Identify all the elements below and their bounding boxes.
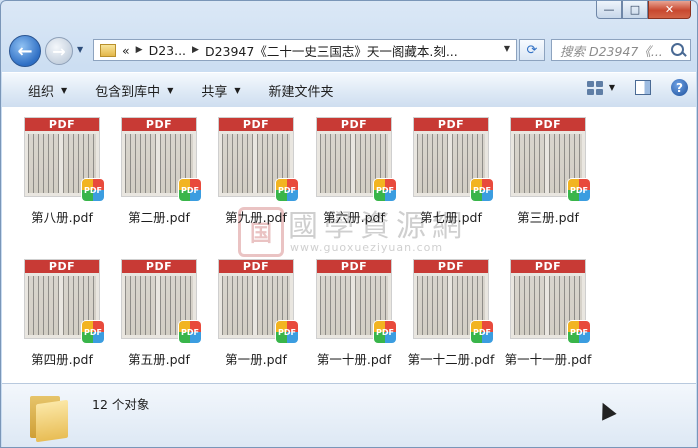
pdf-thumbnail-label: PDF xyxy=(511,118,585,131)
pdf-thumbnail-label: PDF xyxy=(414,118,488,131)
chevron-right-icon[interactable]: ▶ xyxy=(136,45,143,55)
file-name: 第一十一册.pdf xyxy=(504,352,592,367)
file-item[interactable]: PDF PDF 第一十册.pdf xyxy=(296,251,396,371)
back-button[interactable]: ← xyxy=(9,35,41,67)
pdf-thumbnail-label: PDF xyxy=(317,260,391,273)
address-dropdown-icon[interactable]: ▼ xyxy=(504,44,510,53)
view-controls: ▼ ? xyxy=(586,79,688,96)
file-item[interactable]: PDF PDF 第九册.pdf xyxy=(198,109,298,229)
folder-icon xyxy=(30,392,74,443)
refresh-button[interactable]: ⟳ xyxy=(519,39,545,61)
file-item[interactable]: PDF PDF 第一册.pdf xyxy=(198,251,298,371)
pdf-thumbnail-label: PDF xyxy=(511,260,585,273)
pdf-app-icon: PDF xyxy=(276,179,298,201)
pdf-thumbnail-label: PDF xyxy=(25,118,99,131)
folder-icon xyxy=(100,43,116,57)
pdf-app-icon: PDF xyxy=(276,321,298,343)
breadcrumb-item[interactable]: D23... xyxy=(149,43,186,58)
details-pane: 12 个对象 xyxy=(2,383,696,447)
explorer-window: — □ ✕ ← → ▼ « ▶ D23... ▶ D23947《二十一史三国志》… xyxy=(0,0,698,448)
chevron-down-icon: ▼ xyxy=(61,85,68,95)
file-name: 第三册.pdf xyxy=(517,210,579,225)
search-icon[interactable] xyxy=(671,43,684,56)
include-in-library-label: 包含到库中 xyxy=(95,84,161,100)
pdf-thumbnail-label: PDF xyxy=(219,118,293,131)
pdf-thumbnail-label: PDF xyxy=(25,260,99,273)
recent-pages-dropdown-icon[interactable]: ▼ xyxy=(77,45,83,54)
include-in-library-menu[interactable]: 包含到库中 ▼ xyxy=(81,81,187,100)
mouse-cursor-icon xyxy=(595,399,617,421)
pdf-thumbnail-label: PDF xyxy=(122,118,196,131)
pdf-thumbnail-label: PDF xyxy=(317,118,391,131)
pdf-app-icon: PDF xyxy=(568,321,590,343)
share-menu[interactable]: 共享 ▼ xyxy=(187,81,254,100)
command-bar: 组织 ▼ 包含到库中 ▼ 共享 ▼ 新建文件夹 ▼ ? xyxy=(2,72,696,108)
pdf-app-icon: PDF xyxy=(568,179,590,201)
caption-buttons: — □ ✕ xyxy=(596,1,691,19)
new-folder-label: 新建文件夹 xyxy=(268,84,334,100)
new-folder-button[interactable]: 新建文件夹 xyxy=(255,81,348,100)
pdf-thumbnail-label: PDF xyxy=(122,260,196,273)
file-item[interactable]: PDF PDF 第一十一册.pdf xyxy=(490,251,591,371)
organize-label: 组织 xyxy=(28,84,55,100)
chevron-right-icon[interactable]: ▶ xyxy=(192,45,199,55)
breadcrumb-overflow[interactable]: « xyxy=(122,43,130,58)
view-options-dropdown-icon[interactable]: ▼ xyxy=(609,83,615,92)
file-item[interactable]: PDF PDF 第六册.pdf xyxy=(296,109,396,229)
search-placeholder: 搜索 D23947《... xyxy=(560,43,663,59)
file-item[interactable]: PDF PDF 第三册.pdf xyxy=(490,109,590,229)
chevron-down-icon: ▼ xyxy=(167,85,174,95)
forward-button[interactable]: → xyxy=(45,37,73,65)
change-view-icon[interactable] xyxy=(586,80,603,95)
address-bar[interactable]: « ▶ D23... ▶ D23947《二十一史三国志》天一阁藏本.刻... ▼ xyxy=(93,39,517,61)
file-item[interactable]: PDF PDF 第五册.pdf xyxy=(101,251,201,371)
item-count: 12 个对象 xyxy=(92,397,150,412)
pdf-thumbnail-label: PDF xyxy=(219,260,293,273)
file-item[interactable]: PDF PDF 第七册.pdf xyxy=(393,109,493,229)
minimize-button[interactable]: — xyxy=(596,1,622,19)
file-item[interactable]: PDF PDF 第一十二册.pdf xyxy=(393,251,494,371)
chevron-down-icon: ▼ xyxy=(234,85,241,95)
maximize-button[interactable]: □ xyxy=(622,1,648,19)
file-list-view[interactable]: 国 國學資源網 www.guoxueziyuan.com PDF PDF 第八册.p… xyxy=(2,107,696,383)
help-icon[interactable]: ? xyxy=(671,79,688,96)
file-item[interactable]: PDF PDF 第二册.pdf xyxy=(101,109,201,229)
share-label: 共享 xyxy=(201,84,228,100)
file-item[interactable]: PDF PDF 第四册.pdf xyxy=(4,251,104,371)
pdf-thumbnail-label: PDF xyxy=(414,260,488,273)
search-input[interactable]: 搜索 D23947《... xyxy=(551,39,691,61)
organize-menu[interactable]: 组织 ▼ xyxy=(2,81,81,100)
navigation-bar: ← → ▼ « ▶ D23... ▶ D23947《二十一史三国志》天一阁藏本.… xyxy=(1,31,697,69)
file-item[interactable]: PDF PDF 第八册.pdf xyxy=(4,109,104,229)
preview-pane-icon[interactable] xyxy=(635,80,651,95)
close-button[interactable]: ✕ xyxy=(648,1,691,19)
breadcrumb-item[interactable]: D23947《二十一史三国志》天一阁藏本.刻... xyxy=(205,41,458,60)
